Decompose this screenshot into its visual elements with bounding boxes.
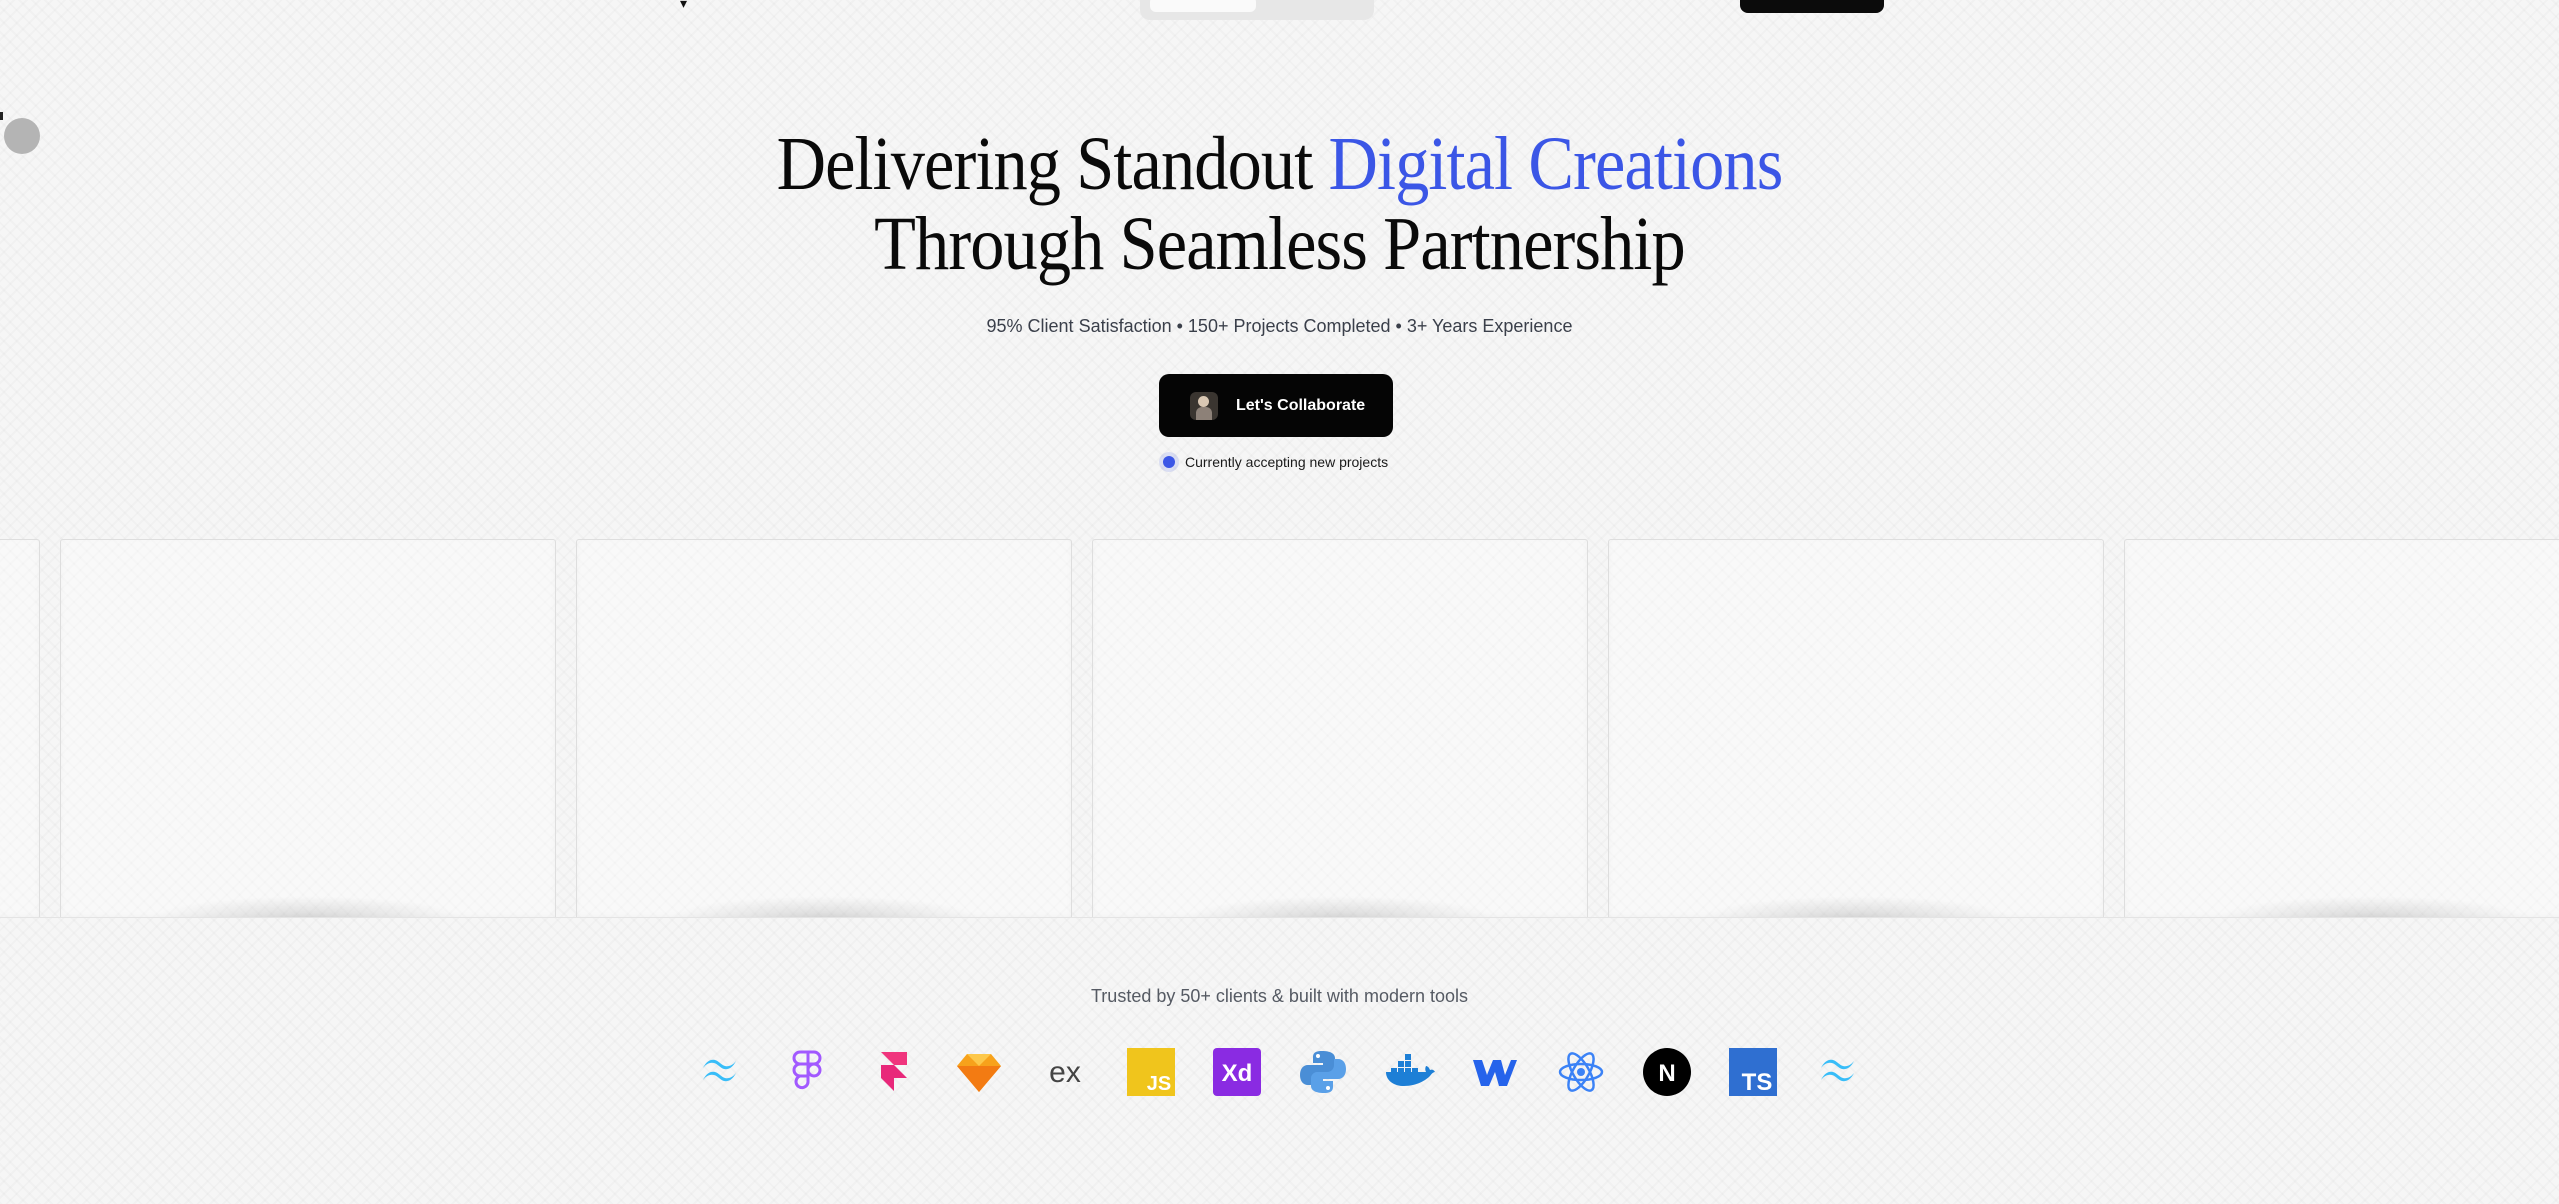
adobe-xd-icon-text: Xd xyxy=(1221,1060,1252,1087)
javascript-icon-text: JS xyxy=(1146,1073,1170,1095)
project-card[interactable] xyxy=(60,539,556,917)
javascript-icon: JS xyxy=(1123,1044,1179,1100)
card-shadow xyxy=(151,896,465,917)
lets-collaborate-button[interactable]: Let's Collaborate xyxy=(1159,374,1393,437)
logo-mark[interactable]: ▾ xyxy=(680,0,687,12)
hero-title-line2: Through Seamless Partnership xyxy=(874,202,1686,286)
figma-icon xyxy=(779,1044,835,1100)
nextjs-icon-text: N xyxy=(1658,1060,1675,1087)
project-card[interactable] xyxy=(1092,539,1588,917)
project-card[interactable] xyxy=(576,539,1072,917)
avatar xyxy=(1190,391,1218,420)
express-icon-text: ex xyxy=(1049,1056,1081,1089)
sketch-icon xyxy=(951,1044,1007,1100)
tools-row: ex JS Xd N TS xyxy=(0,1044,2559,1100)
webflow-icon xyxy=(1467,1044,1523,1100)
floating-dot xyxy=(4,118,40,154)
project-card[interactable] xyxy=(1608,539,2104,917)
hero-title-accent: Digital Creations xyxy=(1328,122,1783,206)
python-icon xyxy=(1295,1044,1351,1100)
project-card[interactable] xyxy=(2124,539,2559,917)
availability-status: Currently accepting new projects xyxy=(1163,454,1388,470)
cta-label: Let's Collaborate xyxy=(1236,396,1366,414)
card-shadow xyxy=(667,896,981,917)
react-icon xyxy=(1553,1044,1609,1100)
theme-toggle[interactable] xyxy=(1140,0,1374,20)
card-shadow xyxy=(1699,896,2013,917)
status-dot-icon xyxy=(1163,456,1175,468)
docker-icon xyxy=(1381,1044,1437,1100)
tailwind-icon xyxy=(693,1044,749,1100)
tailwind-icon xyxy=(1811,1044,1867,1100)
status-text: Currently accepting new projects xyxy=(1185,454,1389,470)
project-card[interactable] xyxy=(0,539,40,917)
nav-cta-button[interactable] xyxy=(1740,0,1884,13)
typescript-icon-text: TS xyxy=(1741,1069,1772,1096)
adobe-xd-icon: Xd xyxy=(1209,1044,1265,1100)
cursor-mark xyxy=(0,112,3,120)
framer-icon xyxy=(865,1044,921,1100)
hero-stats: 95% Client Satisfaction • 150+ Projects … xyxy=(986,316,1573,336)
nextjs-icon: N xyxy=(1639,1044,1695,1100)
trusted-text: Trusted by 50+ clients & built with mode… xyxy=(1090,986,1468,1006)
theme-toggle-knob xyxy=(1150,0,1256,12)
card-shadow xyxy=(2215,896,2529,917)
typescript-icon: TS xyxy=(1725,1044,1781,1100)
express-icon: ex xyxy=(1037,1044,1093,1100)
hero-title: Delivering Standout Digital Creations Th… xyxy=(128,124,2431,284)
hero-title-plain: Delivering Standout xyxy=(776,122,1329,206)
card-shadow xyxy=(1183,896,1497,917)
project-carousel[interactable] xyxy=(0,537,2559,918)
